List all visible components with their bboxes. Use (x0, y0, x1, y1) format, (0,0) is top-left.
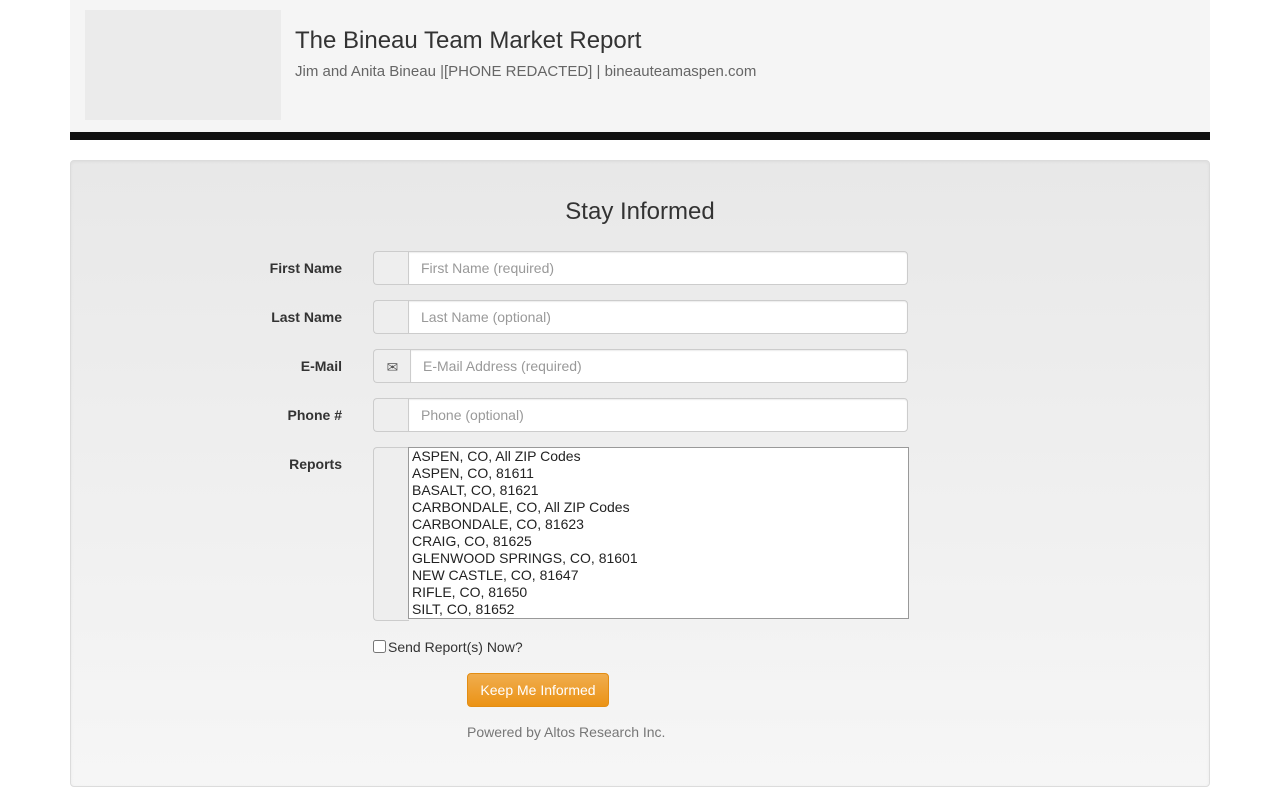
report-option[interactable]: BASALT, CO, 81621 (409, 482, 908, 499)
last-name-label: Last Name (271, 309, 342, 325)
send-now-checkbox[interactable] (373, 640, 386, 653)
report-option[interactable]: NEW CASTLE, CO, 81647 (409, 567, 908, 584)
report-option[interactable]: CARBONDALE, CO, 81623 (409, 516, 908, 533)
report-option[interactable]: RIFLE, CO, 81650 (409, 584, 908, 601)
reports-addon (373, 447, 409, 621)
email-input[interactable] (410, 349, 908, 383)
reports-select[interactable]: ASPEN, CO, All ZIP Codes ASPEN, CO, 8161… (408, 447, 909, 619)
header-divider (70, 132, 1210, 140)
phone-addon (373, 398, 409, 432)
report-option[interactable]: CRAIG, CO, 81625 (409, 533, 908, 550)
reports-label: Reports (289, 456, 342, 472)
report-option[interactable]: SILT, CO, 81652 (409, 601, 908, 618)
keep-me-informed-button[interactable]: Keep Me Informed (467, 673, 609, 707)
first-name-label: First Name (269, 260, 342, 276)
form-heading: Stay Informed (565, 198, 715, 225)
site-header: The Bineau Team Market Report Jim and An… (70, 0, 1210, 132)
first-name-addon (373, 251, 409, 285)
powered-by-text: Powered by Altos Research Inc. (467, 724, 666, 740)
signup-panel: Stay Informed First Name Last Name E-Mai… (70, 160, 1210, 787)
first-name-input[interactable] (408, 251, 908, 285)
send-now-label: Send Report(s) Now? (388, 639, 523, 655)
page-subtitle: Jim and Anita Bineau |[PHONE REDACTED] |… (295, 63, 757, 80)
last-name-input[interactable] (408, 300, 908, 334)
report-option[interactable]: GLENWOOD SPRINGS, CO, 81601 (409, 550, 908, 567)
envelope-icon: ✉ (373, 349, 411, 383)
logo-placeholder (85, 10, 281, 120)
report-option[interactable]: ASPEN, CO, 81611 (409, 465, 908, 482)
email-label: E-Mail (300, 358, 342, 374)
phone-label: Phone # (287, 407, 342, 423)
send-now-row[interactable]: Send Report(s) Now? (373, 639, 523, 655)
page-title: The Bineau Team Market Report (295, 27, 642, 54)
report-option[interactable]: ASPEN, CO, All ZIP Codes (409, 448, 908, 465)
report-option[interactable]: CARBONDALE, CO, All ZIP Codes (409, 499, 908, 516)
phone-input[interactable] (408, 398, 908, 432)
last-name-addon (373, 300, 409, 334)
